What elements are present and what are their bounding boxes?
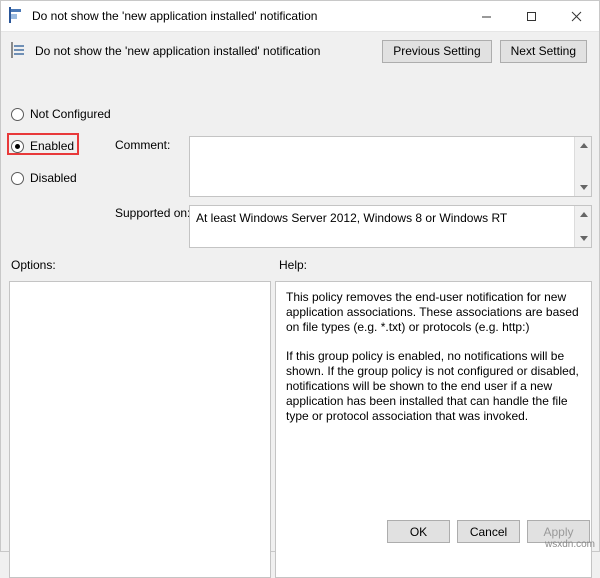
radio-icon-not-configured (11, 107, 24, 121)
supported-on-box[interactable]: At least Windows Server 2012, Windows 8 … (189, 205, 592, 248)
comment-scroll-down-icon[interactable] (575, 179, 591, 196)
radio-label-enabled: Enabled (30, 139, 75, 153)
radio-icon-disabled (11, 171, 24, 185)
title-bar: Do not show the 'new application install… (1, 1, 599, 32)
cancel-button[interactable]: Cancel (457, 520, 520, 543)
options-panel[interactable] (9, 281, 271, 578)
comment-scrollbar[interactable] (574, 137, 591, 196)
close-icon[interactable] (554, 1, 599, 31)
window-title: Do not show the 'new application install… (32, 9, 318, 23)
state-radio-group: Not Configured Enabled Disabled (7, 104, 111, 200)
comment-input[interactable] (189, 136, 592, 197)
setting-body: Not Configured Enabled Disabled Comment:… (1, 70, 599, 578)
group-policy-icon (9, 7, 25, 24)
radio-enabled[interactable]: Enabled (7, 133, 111, 156)
setting-title: Do not show the 'new application install… (35, 44, 321, 58)
radio-label-disabled: Disabled (30, 171, 77, 185)
comment-scroll-up-icon[interactable] (575, 137, 591, 154)
radio-label-not-configured: Not Configured (30, 107, 111, 121)
ok-button[interactable]: OK (387, 520, 450, 543)
help-label: Help: (279, 258, 308, 272)
supported-scroll-up-icon[interactable] (575, 206, 591, 223)
radio-not-configured[interactable]: Not Configured (11, 104, 111, 124)
minimize-icon[interactable] (464, 1, 509, 31)
radio-disabled[interactable]: Disabled (11, 168, 111, 188)
maximize-icon[interactable] (509, 1, 554, 31)
previous-setting-button[interactable]: Previous Setting (382, 39, 492, 63)
supported-scrollbar[interactable] (574, 206, 591, 247)
next-setting-button[interactable]: Next Setting (499, 39, 587, 63)
supported-scroll-down-icon[interactable] (575, 230, 591, 247)
policy-setting-window: Do not show the 'new application install… (0, 0, 600, 578)
supported-on-label: Supported on: (115, 206, 191, 220)
supported-on-value: At least Windows Server 2012, Windows 8 … (196, 211, 508, 225)
radio-icon-enabled (11, 139, 24, 153)
help-paragraph-2: If this group policy is enabled, no noti… (286, 349, 579, 423)
setting-header: Do not show the 'new application install… (1, 32, 599, 70)
caption-buttons (464, 1, 599, 31)
watermark: wsxdn.com (544, 539, 595, 550)
policy-setting-icon (11, 41, 28, 60)
options-label: Options: (11, 258, 56, 272)
help-paragraph-1: This policy removes the end-user notific… (286, 290, 579, 334)
comment-label: Comment: (115, 138, 171, 152)
